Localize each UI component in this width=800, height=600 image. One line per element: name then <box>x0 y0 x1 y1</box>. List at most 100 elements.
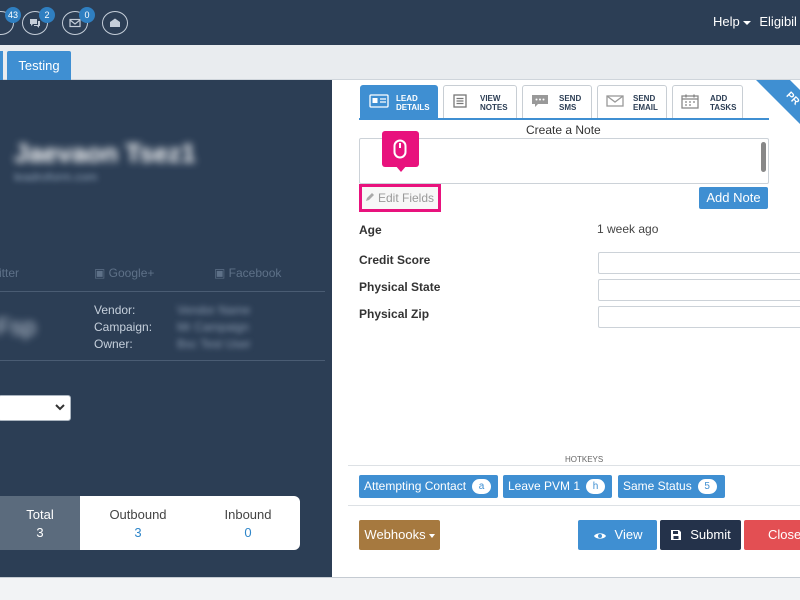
note-textarea[interactable] <box>359 138 769 184</box>
facebook-icon: ▣ <box>214 266 229 280</box>
hotkey-same-status[interactable]: Same Status 5 <box>618 475 725 498</box>
hotkey-key: a <box>472 479 492 494</box>
corner-ribbon: PR <box>742 80 800 138</box>
eye-icon <box>593 533 606 539</box>
stat-label: Outbound <box>109 507 167 522</box>
hotkey-label: Same Status <box>623 479 692 493</box>
tab-underline <box>359 118 769 120</box>
chevron-down-icon <box>428 533 435 538</box>
submit-button[interactable]: Submit <box>660 520 741 550</box>
add-note-button[interactable]: Add Note <box>699 187 768 209</box>
stat-value[interactable]: 3 <box>80 525 196 540</box>
submit-label: Submit <box>690 527 731 542</box>
credit-score-field[interactable] <box>598 252 800 274</box>
tab-label: TASKS <box>710 103 737 112</box>
view-button[interactable]: View <box>578 520 657 550</box>
tab-label: ADD <box>710 94 728 103</box>
tab-label: LEAD <box>396 94 418 103</box>
envelope-open-icon[interactable] <box>102 11 128 35</box>
campaign-value: Mr Campaign <box>177 320 250 334</box>
sms-icon <box>532 95 548 107</box>
mail-icon[interactable]: 0 <box>62 7 95 35</box>
tab-testing[interactable]: Testing <box>7 51 71 80</box>
chart-icon[interactable]: 43 <box>0 7 21 35</box>
lead-subtitle: leadroform.com <box>14 170 98 184</box>
stat-label: Inbound <box>224 507 272 522</box>
tab-view-notes[interactable]: VIEW NOTES <box>443 85 517 119</box>
lead-summary-panel: Jaevaon Tsez1 leadroform.com itter ▣ Goo… <box>0 80 332 577</box>
field-value-age: 1 week ago <box>597 222 659 236</box>
divider <box>348 505 800 506</box>
hotkeys-title: HOTKEYS <box>565 455 604 464</box>
vendor-value: Vendor Name <box>177 303 251 317</box>
lead-detail-panel: LEAD DETAILS VIEW NOTES SEND SMS SEND EMAIL … <box>332 80 800 577</box>
stat-label: Total <box>26 507 54 522</box>
tab-label: SEND <box>559 94 582 103</box>
tab-previous[interactable] <box>0 51 3 80</box>
tab-label: VIEW <box>480 94 501 103</box>
vendor-label: Vendor: <box>94 303 136 317</box>
tab-send-sms[interactable]: SEND SMS <box>522 85 592 119</box>
notification-badge: 43 <box>4 7 21 23</box>
ribbon-label: PR <box>754 80 800 138</box>
webhooks-label: Webhooks <box>364 527 426 542</box>
field-label-age: Age <box>359 223 382 237</box>
tab-add-tasks[interactable]: ADD TASKS <box>672 85 743 119</box>
twitter-link[interactable]: itter <box>0 266 19 280</box>
chat-icon[interactable]: 2 <box>22 7 55 35</box>
owner-label: Owner: <box>94 337 133 351</box>
tab-label: EMAIL <box>633 103 658 112</box>
hotkey-label: Attempting Contact <box>364 479 467 493</box>
notification-badge: 0 <box>79 7 95 23</box>
help-menu[interactable]: Help <box>713 14 740 29</box>
notes-icon <box>453 94 467 108</box>
status-select[interactable] <box>0 395 71 421</box>
eligible-menu[interactable]: Eligibil <box>759 14 797 29</box>
owner-value: Bsc Test User <box>177 337 251 351</box>
tab-label: SEND <box>633 94 656 103</box>
stat-total: Total 3 <box>0 496 80 550</box>
physical-state-field[interactable] <box>598 279 800 301</box>
stat-outbound: Outbound 3 <box>80 496 196 550</box>
id-card-icon <box>369 94 389 108</box>
campaign-label: Campaign: <box>94 320 153 334</box>
tab-bar: Testing <box>0 45 800 80</box>
scrollbar[interactable] <box>761 142 766 172</box>
chevron-down-icon <box>55 404 65 411</box>
calendar-icon <box>681 94 699 109</box>
facebook-link[interactable]: ▣ Facebook <box>214 266 281 280</box>
edit-fields-button[interactable]: Edit Fields <box>359 184 441 212</box>
tab-lead-details[interactable]: LEAD DETAILS <box>360 85 438 119</box>
view-label: View <box>614 527 643 542</box>
top-right-menu: Help Eligibil <box>713 14 797 29</box>
google-link[interactable]: ▣ Google+ <box>94 266 154 280</box>
status-strip <box>0 577 800 600</box>
email-icon <box>606 95 624 107</box>
lead-name: Jaevaon Tsez1 <box>14 138 196 168</box>
stat-value[interactable]: 0 <box>196 525 300 540</box>
call-stats: Total 3 Outbound 3 Inbound 0 <box>0 496 300 550</box>
tab-label: DETAILS <box>396 103 430 112</box>
click-indicator <box>382 131 419 172</box>
physical-zip-field[interactable] <box>598 306 800 328</box>
pencil-icon <box>366 193 374 201</box>
top-navbar: 43 2 0 Help Eligibil <box>0 0 800 45</box>
google-icon: ▣ <box>94 266 109 280</box>
lead-stage: Fsp <box>0 314 37 341</box>
mouse-icon <box>393 139 407 159</box>
field-label-physical-state: Physical State <box>359 280 441 294</box>
field-label-physical-zip: Physical Zip <box>359 307 430 321</box>
hotkey-attempting-contact[interactable]: Attempting Contact a <box>359 475 498 498</box>
hotkey-key: 5 <box>697 479 717 494</box>
webhooks-button[interactable]: Webhooks <box>359 520 440 550</box>
notification-badge: 2 <box>39 7 55 23</box>
create-note-label: Create a Note <box>526 123 601 137</box>
chevron-down-icon <box>742 20 751 25</box>
stat-inbound: Inbound 0 <box>196 496 300 550</box>
close-button[interactable]: Close <box>744 520 800 550</box>
field-label-credit-score: Credit Score <box>359 253 431 267</box>
tab-send-email[interactable]: SEND EMAIL <box>597 85 667 119</box>
hotkey-key: h <box>586 479 606 494</box>
hotkey-leave-pvm[interactable]: Leave PVM 1 h <box>503 475 612 498</box>
edit-fields-label: Edit Fields <box>378 191 435 205</box>
